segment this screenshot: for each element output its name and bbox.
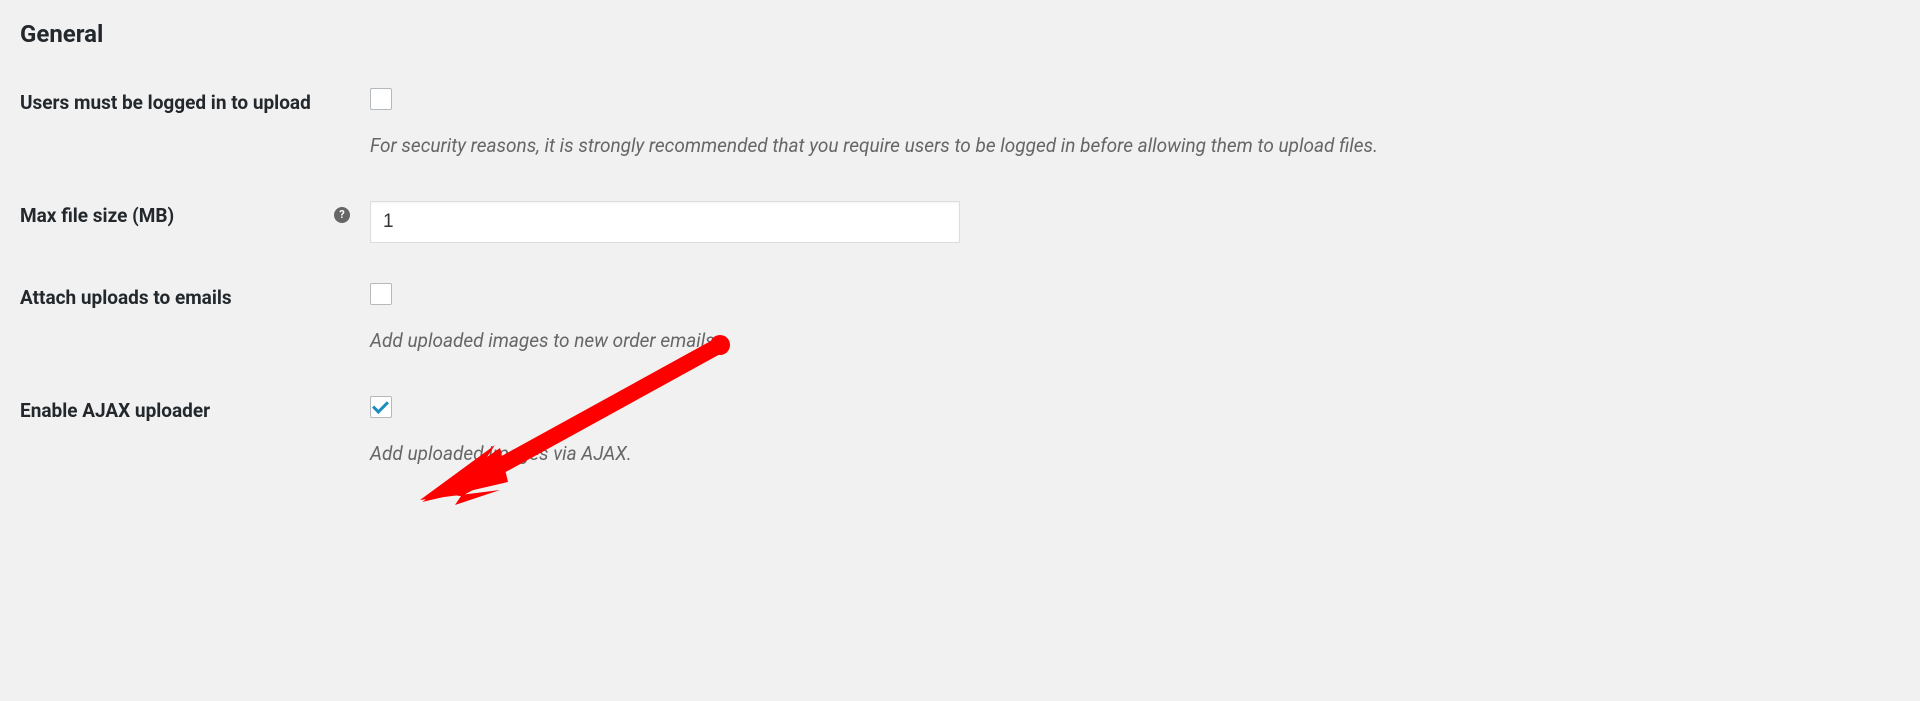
checkbox-logged-in[interactable]	[370, 88, 392, 110]
checkbox-attach-emails[interactable]	[370, 283, 392, 305]
description-logged-in: For security reasons, it is strongly rec…	[370, 132, 1900, 161]
label-logged-in: Users must be logged in to upload	[20, 90, 311, 117]
row-enable-ajax: Enable AJAX uploader Add uploaded images…	[20, 396, 1900, 469]
settings-form: Users must be logged in to upload For se…	[20, 88, 1900, 468]
section-heading: General	[20, 20, 1900, 48]
label-enable-ajax: Enable AJAX uploader	[20, 398, 210, 425]
row-max-file-size: Max file size (MB) ?	[20, 201, 1900, 243]
help-icon[interactable]: ?	[334, 207, 350, 223]
label-attach-emails: Attach uploads to emails	[20, 285, 232, 312]
input-max-file-size[interactable]	[370, 201, 960, 243]
label-max-file-size: Max file size (MB)	[20, 203, 174, 230]
description-enable-ajax: Add uploaded images via AJAX.	[370, 440, 1900, 469]
checkbox-enable-ajax[interactable]	[370, 396, 392, 418]
description-attach-emails: Add uploaded images to new order emails.	[370, 327, 1900, 356]
row-logged-in: Users must be logged in to upload For se…	[20, 88, 1900, 161]
row-attach-emails: Attach uploads to emails Add uploaded im…	[20, 283, 1900, 356]
